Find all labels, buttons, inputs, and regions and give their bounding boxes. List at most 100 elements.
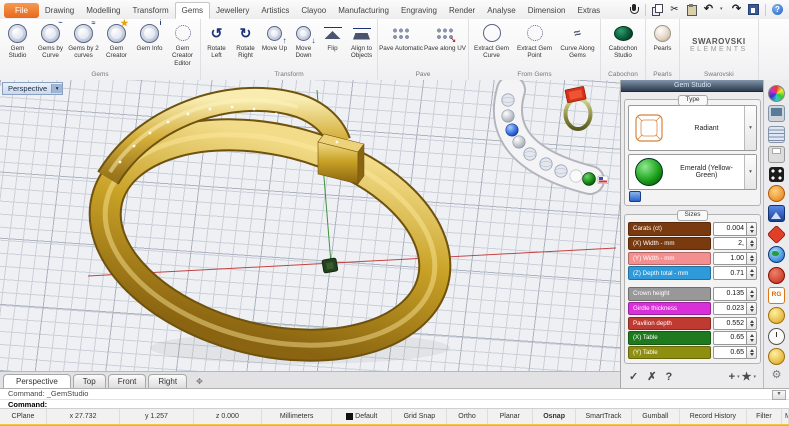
menu-tab-render[interactable]: Render <box>443 3 481 18</box>
ribbon-item-align-to-objects[interactable]: Align to Objects <box>347 20 376 60</box>
ribbon-item-move-down[interactable]: ↓ Move Down <box>289 20 318 60</box>
spin-down-icon[interactable] <box>749 244 754 248</box>
command-history-dropdown-icon[interactable]: ▼ <box>772 390 786 400</box>
spinner-control[interactable] <box>747 236 757 251</box>
menu-tab-drawing[interactable]: Drawing <box>39 3 80 18</box>
clock-icon[interactable] <box>768 327 785 345</box>
material-sphere-silver-2[interactable] <box>512 135 526 149</box>
new-viewport-icon[interactable]: ✥ <box>189 375 210 388</box>
spinner-control[interactable] <box>747 266 757 280</box>
ribbon-item-gems-by-2-curves[interactable]: ≈ Gems by 2 curves <box>67 20 100 60</box>
help-button[interactable]: ? <box>665 371 672 383</box>
menu-tab-gems[interactable]: Gems <box>174 1 210 19</box>
spinner-control[interactable] <box>747 345 757 360</box>
viewport-tab-top[interactable]: Top <box>72 374 106 388</box>
red-sphere-icon[interactable] <box>768 266 785 284</box>
accept-button[interactable]: ✓ <box>629 371 638 383</box>
material-sphere-blue[interactable] <box>505 123 519 137</box>
favorites-dropdown-icon[interactable]: ▾ <box>753 374 756 380</box>
spinner-control[interactable] <box>747 316 757 330</box>
ribbon-item-rotate-right[interactable]: ↻ Rotate Right <box>231 20 260 60</box>
ribbon-item-pearls[interactable]: Pearls <box>647 20 678 52</box>
toggle-filter[interactable]: Filter <box>747 409 782 424</box>
spin-up-icon[interactable] <box>749 239 754 243</box>
levels-icon[interactable] <box>768 125 785 143</box>
cancel-button[interactable]: ✗ <box>647 371 656 383</box>
spin-up-icon[interactable] <box>749 334 754 338</box>
color-wheel-icon[interactable] <box>768 85 785 102</box>
ribbon-item-extract-gem-point[interactable]: Extract Gem Point <box>513 20 556 60</box>
spin-down-icon[interactable] <box>749 353 754 357</box>
spin-down-icon[interactable] <box>749 229 754 233</box>
ring-preview-thumbnail[interactable] <box>563 86 593 131</box>
swarovski-elements-button[interactable]: SWAROVSKI ELEMENTS <box>690 19 748 70</box>
gold-ring-model[interactable] <box>83 87 457 371</box>
spinner-control[interactable] <box>747 251 757 266</box>
gem-material-dropdown[interactable]: Emerald (Yellow-Green) ▾ <box>628 154 757 190</box>
menu-tab-engraving[interactable]: Engraving <box>395 3 443 18</box>
spin-down-icon[interactable] <box>749 273 754 277</box>
viewport-tab-right[interactable]: Right <box>148 374 188 388</box>
viewport-tab-perspective[interactable]: Perspective <box>3 374 71 388</box>
material-flag-icon[interactable] <box>597 175 609 184</box>
viewport-3d[interactable]: Perspective ▾ <box>0 80 620 371</box>
spin-down-icon[interactable] <box>749 324 754 327</box>
add-dropdown-icon[interactable]: ▾ <box>737 374 740 380</box>
undo-dropdown-icon[interactable]: ▾ <box>720 4 725 15</box>
toggle-osnap[interactable]: Osnap <box>533 409 577 424</box>
spin-down-icon[interactable] <box>749 259 754 263</box>
spin-up-icon[interactable] <box>749 348 754 352</box>
copy-icon[interactable] <box>652 4 663 16</box>
ribbon-item-gem-creator[interactable]: ★ Gem Creator <box>100 18 133 60</box>
param-value-input[interactable]: 0.65 <box>713 331 747 345</box>
toggle-record-history[interactable]: Record History <box>680 409 747 424</box>
menu-tab-clayoo[interactable]: Clayoo <box>295 3 332 18</box>
gold-sphere-icon[interactable] <box>768 307 785 325</box>
viewport-tab-front[interactable]: Front <box>107 374 147 388</box>
material-sphere-wireframe-2[interactable] <box>523 147 537 161</box>
spin-up-icon[interactable] <box>749 290 754 294</box>
param-value-input[interactable]: 0.023 <box>713 301 747 316</box>
menu-tab-analyse[interactable]: Analyse <box>481 3 521 18</box>
param-value-input[interactable]: 0.71 <box>713 266 747 280</box>
mountain-icon[interactable] <box>768 205 785 223</box>
param-value-input[interactable]: 0.552 <box>713 316 747 330</box>
add-button[interactable]: + <box>729 371 735 383</box>
ribbon-item-rotate-left[interactable]: ↺ Rotate Left <box>202 20 231 60</box>
save-icon[interactable] <box>748 4 759 15</box>
ribbon-item-pave-automatic[interactable]: Pave Automatic <box>379 20 423 52</box>
spinner-control[interactable] <box>747 222 757 236</box>
menu-tab-transform[interactable]: Transform <box>126 3 174 18</box>
material-sphere-wireframe-3[interactable] <box>539 157 553 171</box>
sun-icon[interactable] <box>768 184 785 202</box>
spin-up-icon[interactable] <box>749 269 754 273</box>
spin-down-icon[interactable] <box>749 294 754 298</box>
menu-tab-dimension[interactable]: Dimension <box>522 3 572 18</box>
dice-icon[interactable] <box>769 166 784 182</box>
spin-up-icon[interactable] <box>749 304 754 308</box>
red-gem-icon[interactable] <box>766 224 787 244</box>
spin-down-icon[interactable] <box>749 309 754 313</box>
menu-tab-jewellery[interactable]: Jewellery <box>210 3 255 18</box>
chevron-down-icon[interactable]: ▾ <box>744 155 756 189</box>
monitor-icon[interactable] <box>768 105 785 123</box>
ribbon-item-extract-gem-curve[interactable]: Extract Gem Curve <box>470 20 513 60</box>
status-cplane[interactable]: CPlane <box>0 409 47 424</box>
menu-tab-manufacturing[interactable]: Manufacturing <box>332 3 395 18</box>
paste-icon[interactable] <box>686 4 697 16</box>
material-sphere-empty[interactable] <box>569 169 583 183</box>
gear-icon[interactable]: ⚙ <box>769 368 784 383</box>
printer-icon[interactable] <box>768 146 785 164</box>
favorites-button[interactable]: ★ <box>742 371 752 383</box>
param-value-input[interactable]: 0.135 <box>713 287 747 301</box>
material-sphere-emerald[interactable] <box>582 172 596 186</box>
ribbon-item-gem-studio[interactable]: Gem Studio <box>1 20 34 60</box>
menu-tab-file[interactable]: File <box>4 2 39 18</box>
param-value-input[interactable]: 1.00 <box>713 251 747 266</box>
ribbon-item-gems-by-curve[interactable]: ~ Gems by Curve <box>34 20 67 60</box>
toggle-ortho[interactable]: Ortho <box>447 409 488 424</box>
ribbon-item-curve-along-gems[interactable]: ≈ Curve Along Gems <box>556 20 599 60</box>
spinner-control[interactable] <box>747 301 757 316</box>
status-units[interactable]: Millimeters <box>262 409 333 424</box>
toggle-gumball[interactable]: Gumball <box>632 409 680 424</box>
